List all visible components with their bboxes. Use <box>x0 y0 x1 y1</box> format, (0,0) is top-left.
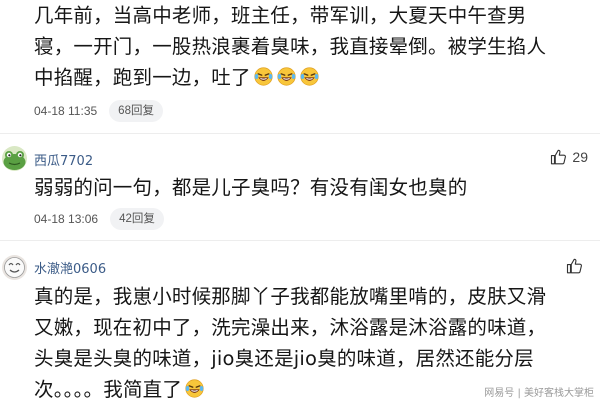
comment-text-content: 真的是，我崽小时候那脚丫子我都能放嘴里啃的，皮肤又滑又嫩，现在初中了，洗完澡出来… <box>34 285 547 401</box>
laughing-tears-emoji <box>300 67 319 86</box>
like-button[interactable]: 29 <box>550 148 588 166</box>
comment-3: 水澈滟0606 真的是，我崽小时候那脚丫子我都能放嘴里啃的，皮肤又滑又嫩，现在初… <box>0 241 600 403</box>
comment-meta: 04-18 13:06 42回复 <box>34 208 164 230</box>
comment-timestamp: 04-18 11:35 <box>34 104 98 118</box>
username[interactable]: 西瓜7702 <box>34 150 93 169</box>
like-button[interactable] <box>566 257 588 275</box>
avatar[interactable] <box>2 146 27 171</box>
comment-text: 弱弱的问一句，都是儿子臭吗？有没有闺女也臭的 <box>34 172 564 203</box>
like-count: 29 <box>572 149 588 165</box>
frog-avatar-icon <box>2 146 27 171</box>
comment-1: 几年前，当高中老师，班主任，带军训，大夏天中午查男寝，一开门，一股热浪裹着臭味，… <box>0 0 600 130</box>
user-avatar-icon <box>2 255 27 280</box>
comment-meta: 04-18 11:35 68回复 <box>34 100 163 122</box>
laughing-tears-emoji <box>185 379 204 398</box>
comment-text-content: 弱弱的问一句，都是儿子臭吗？有没有闺女也臭的 <box>34 176 468 199</box>
thumbs-up-icon <box>551 149 567 165</box>
comment-timestamp: 04-18 13:06 <box>34 212 99 226</box>
watermark: 网易号 | 美好客栈大掌柜 <box>484 388 594 399</box>
laughing-tears-emoji <box>254 67 273 86</box>
thumbs-up-icon <box>566 258 582 274</box>
reply-count-button[interactable]: 68回复 <box>109 100 163 122</box>
laughing-tears-emoji <box>277 67 296 86</box>
username[interactable]: 水澈滟0606 <box>34 258 106 277</box>
comment-2: 西瓜7702 29 弱弱的问一句，都是儿子臭吗？有没有闺女也臭的 04-18 1… <box>0 134 600 234</box>
avatar[interactable] <box>2 255 27 280</box>
reply-count-button[interactable]: 42回复 <box>110 208 164 230</box>
comment-text: 几年前，当高中老师，班主任，带军训，大夏天中午查男寝，一开门，一股热浪裹着臭味，… <box>34 0 564 93</box>
